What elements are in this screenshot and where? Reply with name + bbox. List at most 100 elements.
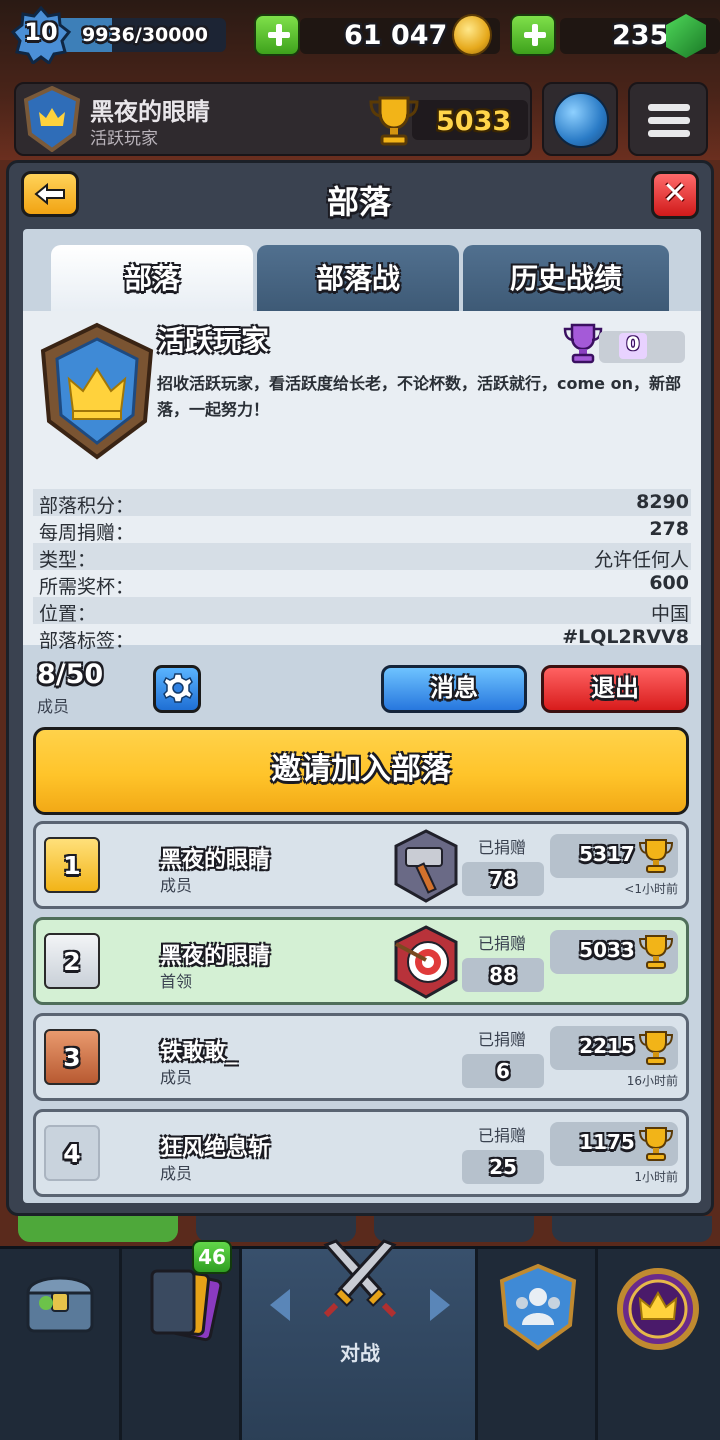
target-badge-icon bbox=[394, 925, 458, 999]
tab-history[interactable]: 历史战绩 bbox=[463, 245, 669, 311]
stat-label: 部落积分： bbox=[39, 495, 135, 517]
treasure-chest-icon bbox=[26, 1276, 94, 1333]
members-bar: 8/50 成员 消息 退出 bbox=[23, 657, 701, 721]
stat-label: 部落标签： bbox=[39, 630, 135, 652]
war-trophy-count: 0 bbox=[619, 333, 647, 359]
donated-count: 6 bbox=[462, 1054, 544, 1088]
members-label: 成员 bbox=[37, 697, 70, 716]
member-rank: 3 bbox=[44, 1029, 100, 1085]
stat-value: #LQL2RVV8 bbox=[562, 626, 689, 648]
profile-clan: 活跃玩家 bbox=[90, 129, 158, 149]
member-trophies: 1175 bbox=[579, 1130, 635, 1154]
member-last-seen: <1小时前 bbox=[624, 882, 678, 896]
gear-icon bbox=[163, 673, 193, 703]
donated-label: 已捐赠 bbox=[478, 838, 527, 857]
stat-value: 中国 bbox=[650, 603, 689, 625]
donated-count: 25 bbox=[462, 1150, 544, 1184]
profile-bar[interactable]: 黑夜的眼睛 活跃玩家 5033 bbox=[14, 82, 532, 156]
stat-label: 位置： bbox=[39, 603, 97, 625]
menu-icon-line bbox=[648, 130, 690, 137]
donated-label: 已捐赠 bbox=[478, 934, 527, 953]
close-icon: ✕ bbox=[662, 176, 688, 211]
nav-events[interactable] bbox=[598, 1249, 720, 1440]
hammer-badge-icon bbox=[394, 829, 458, 903]
message-button[interactable]: 消息 bbox=[381, 665, 527, 713]
menu-button[interactable] bbox=[628, 82, 708, 156]
member-rank: 1 bbox=[44, 837, 100, 893]
nav-cards[interactable] bbox=[122, 1249, 242, 1440]
stat-row-type: 类型： 允许任何人 bbox=[33, 543, 691, 571]
tab-clan[interactable]: 部落 bbox=[51, 245, 253, 311]
leaderboard-button[interactable] bbox=[542, 82, 618, 156]
member-role: 成员 bbox=[160, 1164, 193, 1183]
member-role: 成员 bbox=[160, 1068, 193, 1087]
member-row[interactable]: 3 铁敢敢_ 成员 已捐赠 6 2215 16小时前 bbox=[33, 1013, 689, 1101]
nav-shop[interactable] bbox=[0, 1249, 122, 1440]
buy-gems-button[interactable] bbox=[510, 14, 556, 56]
stat-row-donations: 每周捐赠： 278 bbox=[33, 516, 691, 544]
clan-name: 活跃玩家 bbox=[157, 324, 270, 357]
clan-badge-icon bbox=[40, 322, 154, 460]
peek-green-tab bbox=[18, 1216, 178, 1242]
clan-shield-icon bbox=[24, 86, 80, 152]
nav-left-arrow-icon[interactable] bbox=[270, 1289, 290, 1321]
close-button[interactable]: ✕ bbox=[651, 171, 699, 219]
member-rank: 4 bbox=[44, 1125, 100, 1181]
member-name: 铁敢敢_ bbox=[160, 1040, 238, 1065]
trophy-icon bbox=[638, 839, 674, 873]
member-name: 黑夜的眼睛 bbox=[160, 848, 271, 873]
gold-amount: 61 047 bbox=[344, 20, 448, 51]
level-badge[interactable]: 10 bbox=[10, 5, 72, 66]
xp-text: 9936/30000 bbox=[82, 24, 208, 46]
member-trophies: 5033 bbox=[579, 938, 635, 962]
stat-value: 278 bbox=[649, 518, 689, 540]
cards-count-badge: 46 bbox=[192, 1240, 232, 1274]
level-number: 10 bbox=[24, 18, 58, 46]
member-last-seen: 16小时前 bbox=[626, 1074, 678, 1088]
cards-icon bbox=[150, 1269, 222, 1342]
trophy-icon bbox=[638, 1031, 674, 1065]
donated-count: 88 bbox=[462, 958, 544, 992]
member-name: 狂风绝息斩 bbox=[160, 1136, 271, 1161]
laurel-crown-icon bbox=[617, 1268, 699, 1350]
member-row-self[interactable]: 2 黑夜的眼睛 首领 已捐赠 88 5033 bbox=[33, 917, 689, 1005]
buy-gold-button[interactable] bbox=[254, 14, 300, 56]
gem-amount: 235 bbox=[612, 20, 669, 51]
clan-settings-button[interactable] bbox=[153, 665, 201, 713]
member-role: 成员 bbox=[160, 876, 193, 895]
invite-button[interactable]: 邀请加入部落 bbox=[33, 727, 689, 815]
nav-clan[interactable] bbox=[478, 1249, 598, 1440]
nav-right-arrow-icon[interactable] bbox=[430, 1289, 450, 1321]
profile-name: 黑夜的眼睛 bbox=[90, 98, 210, 126]
nav-battle[interactable]: 对战 bbox=[242, 1239, 478, 1440]
donated-label: 已捐赠 bbox=[478, 1030, 527, 1049]
stat-value: 允许任何人 bbox=[593, 549, 689, 571]
top-hud: 9936/30000 10 61 047 235 黑夜的眼睛 活跃玩家 5033 bbox=[0, 0, 720, 160]
trophy-icon bbox=[638, 935, 674, 969]
clan-members-icon bbox=[499, 1263, 577, 1351]
clan-info: 活跃玩家 0 招收活跃玩家，看活跃度给长老，不论杯数，活跃就行，come on，… bbox=[23, 311, 701, 652]
leave-clan-button[interactable]: 退出 bbox=[541, 665, 689, 713]
stat-value: 600 bbox=[649, 572, 689, 594]
stat-label: 每周捐赠： bbox=[39, 522, 135, 544]
menu-icon-line bbox=[648, 117, 690, 124]
peek-tab bbox=[552, 1216, 712, 1242]
stat-value: 8290 bbox=[636, 491, 689, 513]
globe-icon bbox=[553, 92, 609, 148]
member-row[interactable]: 4 狂风绝息斩 成员 已捐赠 25 1175 1小时前 bbox=[33, 1109, 689, 1197]
member-rank: 2 bbox=[44, 933, 100, 989]
trophy-icon bbox=[638, 1127, 674, 1161]
crossed-swords-icon bbox=[323, 1239, 397, 1318]
stat-row-tag: 部落标签： #LQL2RVV8 bbox=[33, 624, 691, 652]
menu-icon bbox=[648, 104, 690, 111]
stat-label: 所需奖杯： bbox=[39, 576, 135, 598]
member-row[interactable]: 1 黑夜的眼睛 成员 已捐赠 78 5317 <1小时前 bbox=[33, 821, 689, 909]
donated-count: 78 bbox=[462, 862, 544, 896]
donated-label: 已捐赠 bbox=[478, 1126, 527, 1145]
bottom-nav: 对战 bbox=[0, 1239, 720, 1440]
clan-panel: 部落 ✕ 部落 部落战 历史战绩 活跃玩家 0 招收活跃玩家，看活跃度给长老，不… bbox=[6, 160, 714, 1216]
stat-label: 类型： bbox=[39, 549, 97, 571]
panel-title: 部落 bbox=[326, 183, 391, 221]
profile-trophies: 5033 bbox=[436, 106, 512, 137]
tab-clan-war[interactable]: 部落战 bbox=[257, 245, 459, 311]
